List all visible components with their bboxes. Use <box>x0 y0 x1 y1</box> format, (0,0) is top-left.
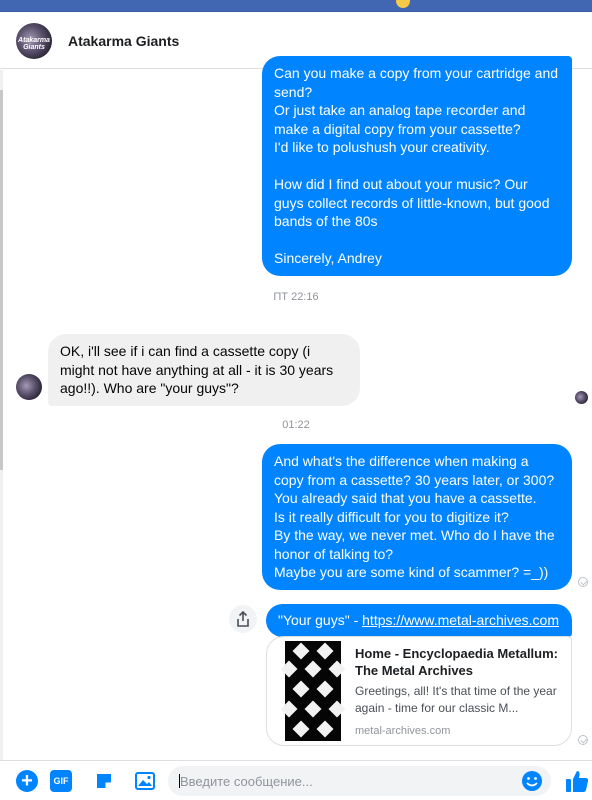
avatar-logo-text: Atakarma Giants <box>18 37 50 52</box>
seen-avatar <box>575 391 588 404</box>
message-input[interactable] <box>168 766 551 796</box>
seen-check-icon <box>578 735 588 745</box>
emoji-icon <box>396 0 410 8</box>
message-text: Maybe you are some kind of scammer? =_)) <box>274 564 549 580</box>
message-text: And what's the difference when making a … <box>274 453 555 488</box>
emoji-icon[interactable] <box>521 770 543 792</box>
thumbs-up-icon[interactable] <box>564 768 590 794</box>
contact-name[interactable]: Atakarma Giants <box>68 33 179 49</box>
timestamp: ПТ 22:16 <box>273 291 319 303</box>
link-preview-image <box>280 641 346 741</box>
message-text: How did I find out about your music? Our… <box>274 176 550 229</box>
photo-icon[interactable] <box>134 770 156 792</box>
message-link[interactable]: https://www.metal-archives.com <box>362 612 559 628</box>
outgoing-message[interactable]: "Your guys" - https://www.metal-archives… <box>266 604 572 637</box>
link-preview-title[interactable]: Home - Encyclopaedia Metallum: The Metal… <box>355 645 565 679</box>
seen-check-icon <box>578 577 588 587</box>
share-button[interactable] <box>229 605 257 633</box>
outgoing-message[interactable]: And what's the difference when making a … <box>262 444 572 590</box>
browser-top-strip <box>0 0 592 12</box>
link-preview-card[interactable]: Home - Encyclopaedia Metallum: The Metal… <box>266 636 572 746</box>
message-text: OK, i'll see if i can find a cassette co… <box>60 343 334 396</box>
message-text: I'd like to polushush your creativity. <box>274 139 490 155</box>
message-text: By the way, we never met. Who do I have … <box>274 527 555 562</box>
message-text: You already said that you have a cassett… <box>274 490 537 506</box>
contact-avatar[interactable]: Atakarma Giants <box>16 23 52 59</box>
message-text: "Your guys" - <box>278 612 363 628</box>
message-composer: + GIF <box>0 760 592 800</box>
message-text: Can you make a copy from your cartridge … <box>274 65 559 100</box>
message-text: Or just take an analog tape recorder and… <box>274 102 526 137</box>
link-preview-domain: metal-archives.com <box>355 725 451 737</box>
share-icon <box>237 611 249 627</box>
text-cursor <box>179 774 180 788</box>
sender-avatar[interactable] <box>16 374 42 400</box>
outgoing-message[interactable]: Can you make a copy from your cartridge … <box>262 56 572 276</box>
link-preview-description: Greetings, all! It's that time of the ye… <box>355 684 557 715</box>
incoming-message[interactable]: OK, i'll see if i can find a cassette co… <box>48 334 360 406</box>
gif-icon[interactable]: GIF <box>50 770 72 792</box>
timestamp: 01:22 <box>282 419 310 431</box>
plus-icon[interactable]: + <box>16 770 38 792</box>
scrollbar-thumb[interactable] <box>0 90 3 470</box>
message-text: Sincerely, Andrey <box>274 250 382 266</box>
sticker-icon[interactable] <box>93 770 115 792</box>
message-text: Is it really difficult for you to digiti… <box>274 508 509 525</box>
